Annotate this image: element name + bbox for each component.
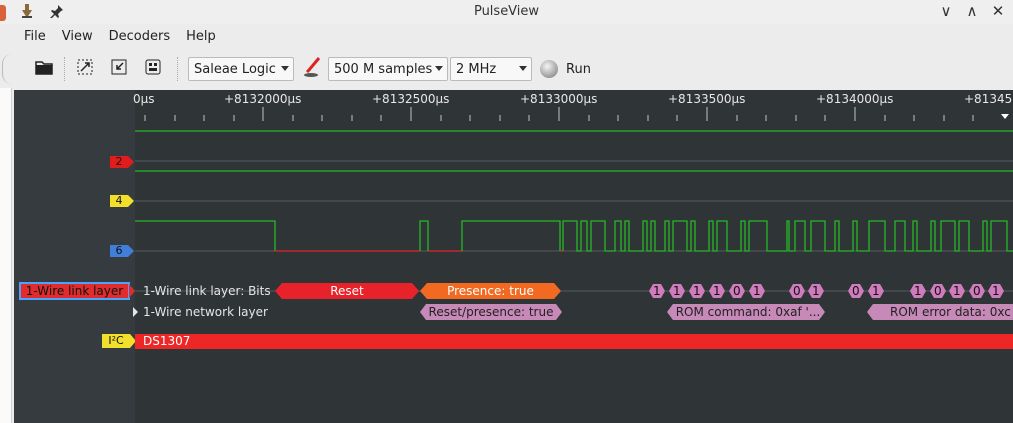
time-ruler[interactable]: 0µs +8132000µs +8132500µs +8133000µs +81… <box>133 90 1013 121</box>
bit-values: 1 1 1 1 0 1 0 1 0 1 1 0 1 0 1 <box>135 284 1013 300</box>
bit-value[interactable]: 1 <box>653 284 661 298</box>
annotation-reset-presence[interactable]: Reset/presence: true <box>420 305 562 319</box>
device-select[interactable]: Saleae Logic <box>188 57 294 81</box>
bit-value[interactable]: 1 <box>872 284 880 298</box>
channel-4-tag[interactable]: 4 <box>110 195 134 207</box>
show-cursors-button[interactable] <box>139 55 167 83</box>
chevron-down-icon <box>281 66 289 71</box>
menu-bar: File View Decoders Help <box>0 26 230 48</box>
toolbar-separator <box>177 57 178 81</box>
bit-value[interactable]: 0 <box>934 284 942 298</box>
zoom-fit-icon <box>76 58 94 80</box>
onewire-decoder-tag[interactable]: 1-Wire link layer <box>19 282 130 300</box>
side-dock <box>0 88 12 423</box>
samplerate-select[interactable]: 2 MHz <box>450 57 532 81</box>
bit-value[interactable]: 1 <box>753 284 761 298</box>
ruler-ticks <box>144 107 1009 121</box>
bit-value[interactable]: 0 <box>793 284 801 298</box>
configure-device-button[interactable] <box>298 55 326 83</box>
run-button[interactable]: Run <box>540 60 591 78</box>
zoom-one-to-one-button[interactable] <box>105 55 133 83</box>
open-file-button[interactable] <box>30 55 58 83</box>
bit-value[interactable]: 1 <box>673 284 681 298</box>
menu-view[interactable]: View <box>60 26 101 48</box>
i2c-annotation-bar[interactable]: DS1307 <box>135 334 1013 349</box>
folder-icon <box>35 59 53 79</box>
toolbar-separator <box>64 57 65 81</box>
sample-count-select[interactable]: 500 M samples <box>328 57 448 81</box>
bit-value[interactable]: 1 <box>914 284 922 298</box>
close-icon[interactable]: ✕ <box>991 2 1005 20</box>
bit-value[interactable]: 1 <box>953 284 961 298</box>
i2c-device-label: DS1307 <box>143 334 191 348</box>
channel-6-tag[interactable]: 6 <box>110 245 134 257</box>
chevron-down-icon <box>519 66 527 71</box>
annotation-rom-error[interactable]: ROM error data: 0xc <box>890 305 1013 319</box>
samplerate-value: 2 MHz <box>456 61 497 77</box>
menu-help[interactable]: Help <box>184 26 224 48</box>
probe-icon <box>301 56 323 82</box>
bit-value[interactable]: 1 <box>693 284 701 298</box>
window-controls: ∨ ∧ ✕ <box>939 2 1005 20</box>
bit-value[interactable]: 1 <box>812 284 820 298</box>
i2c-decoder-tag[interactable]: I²C <box>102 334 136 348</box>
maximize-icon[interactable]: ∧ <box>965 2 979 20</box>
toolbar: Saleae Logic 500 M samples 2 MHz Run <box>0 50 1013 88</box>
trace-ch6 <box>135 220 1013 252</box>
title-bar: PulseView ∨ ∧ ✕ <box>0 0 1013 24</box>
toolbar-grip <box>2 54 14 84</box>
run-status-icon <box>540 60 558 78</box>
cursors-icon <box>144 58 162 80</box>
sample-count-value: 500 M samples <box>334 61 433 77</box>
annotation-rom-command[interactable]: ROM command: 0xaf '... <box>670 305 826 319</box>
window-title: PulseView <box>473 4 540 19</box>
minimize-icon[interactable]: ∨ <box>939 2 953 20</box>
bit-value[interactable]: 0 <box>973 284 981 298</box>
bit-value[interactable]: 1 <box>992 284 1000 298</box>
device-select-value: Saleae Logic <box>194 61 276 77</box>
zoom-fit-button[interactable] <box>71 55 99 83</box>
channel-2-tag[interactable]: 2 <box>110 156 134 168</box>
menu-decoders[interactable]: Decoders <box>107 26 178 48</box>
bit-value[interactable]: 1 <box>713 284 721 298</box>
run-label: Run <box>566 61 591 77</box>
zoom-original-icon <box>110 58 128 80</box>
chevron-down-icon <box>435 66 443 71</box>
bit-value[interactable]: 0 <box>852 284 860 298</box>
bit-value[interactable]: 0 <box>733 284 741 298</box>
menu-file[interactable]: File <box>22 26 54 48</box>
